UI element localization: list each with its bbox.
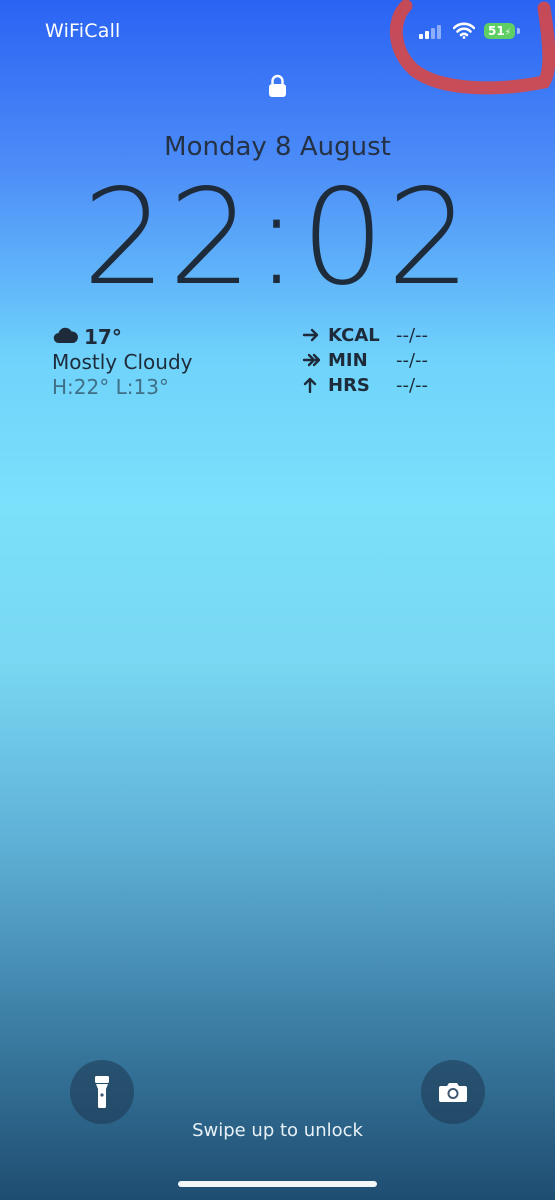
- activity-label: KCAL: [328, 324, 380, 346]
- cloud-icon: [53, 327, 78, 344]
- red-annotation-scribble: [389, 0, 555, 95]
- lock-screen-time: 22:02: [82, 161, 473, 315]
- activity-label: HRS: [328, 374, 370, 396]
- activity-value: --/--: [396, 349, 429, 371]
- charging-bolt-icon: ⚡: [504, 28, 512, 38]
- activity-value: --/--: [396, 374, 429, 396]
- weather-condition[interactable]: Mostly Cloudy: [52, 350, 192, 374]
- wifi-icon: [453, 22, 475, 39]
- weather-high-low[interactable]: H:22° L:13°: [52, 375, 169, 399]
- lock-icon: [269, 74, 286, 97]
- battery-level: 51: [487, 24, 505, 38]
- cellular-signal-icon: [419, 25, 441, 39]
- lock-screen-date: Monday 8 August: [164, 132, 391, 162]
- activity-value: --/--: [396, 324, 429, 346]
- activity-row-min[interactable]: MIN --/--: [302, 348, 462, 372]
- swipe-up-hint: Swipe up to unlock: [192, 1120, 363, 1141]
- camera-icon: [439, 1083, 467, 1102]
- arrow-right-icon: [302, 328, 319, 342]
- camera-button[interactable]: [421, 1060, 485, 1124]
- activity-label: MIN: [328, 349, 368, 371]
- weather-temperature[interactable]: 17°: [84, 325, 122, 349]
- battery-cap: [517, 28, 520, 34]
- flashlight-button[interactable]: [70, 1060, 134, 1124]
- double-arrow-right-icon: [302, 353, 321, 367]
- flashlight-icon: [95, 1076, 109, 1109]
- carrier-label: WiFiCall: [45, 20, 121, 42]
- battery-indicator: 51⚡: [484, 23, 515, 39]
- activity-row-hrs[interactable]: HRS --/--: [302, 373, 462, 397]
- arrow-up-icon: [303, 377, 317, 393]
- activity-row-kcal[interactable]: KCAL --/--: [302, 323, 462, 347]
- home-indicator[interactable]: [178, 1181, 377, 1187]
